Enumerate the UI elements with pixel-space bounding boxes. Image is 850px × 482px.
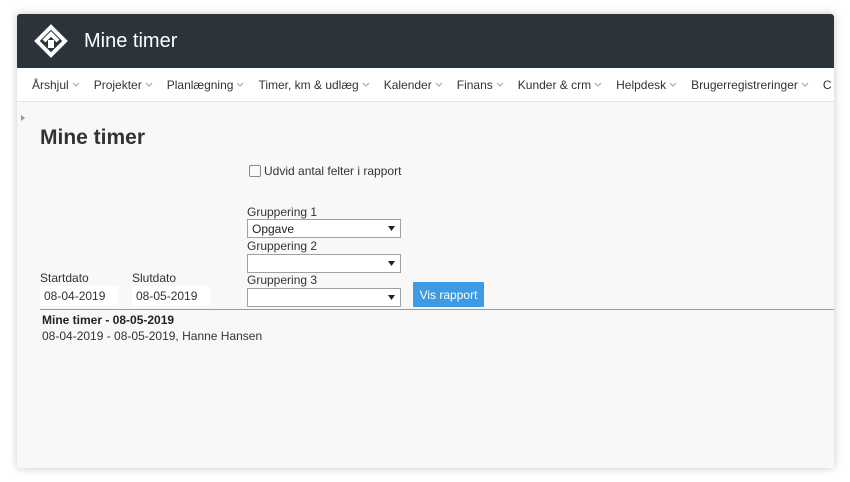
group3-label: Gruppering 3 <box>247 273 318 287</box>
nav-item-label: Kunder & crm <box>517 77 592 92</box>
expand-fields-checkbox[interactable] <box>249 165 261 177</box>
logo-icon[interactable] <box>34 24 68 58</box>
nav-item-timer[interactable]: Timer, km & udlæg <box>258 77 370 92</box>
nav-item-kalender[interactable]: Kalender <box>384 78 443 92</box>
end-date-input[interactable]: 08-05-2019 <box>132 286 210 306</box>
nav-item-kunder[interactable]: Kunder & crm <box>518 78 602 92</box>
app-title: Mine timer <box>84 29 178 52</box>
divider <box>40 309 834 310</box>
nav-item-brugerregistreringer[interactable]: Brugerregistreringer <box>691 78 809 92</box>
nav-item-planlaegning[interactable]: Planlægning <box>167 78 245 92</box>
nav-item-projekter[interactable]: Projekter <box>94 78 153 92</box>
nav-item-label: Helpdesk <box>616 77 667 92</box>
chevron-down-icon <box>496 82 504 87</box>
dropdown-arrow-icon <box>388 295 395 300</box>
chevron-down-icon <box>435 82 443 87</box>
nav-item-aarshjul[interactable]: Årshjul <box>32 78 80 92</box>
end-date-label: Slutdato <box>132 271 177 285</box>
expand-fields-label: Udvid antal felter i rapport <box>264 164 402 178</box>
nav-item-label: Projekter <box>93 77 142 92</box>
nav-item-label: C <box>822 77 832 92</box>
dropdown-arrow-icon <box>388 261 395 266</box>
report-subtitle: 08-04-2019 - 08-05-2019, Hanne Hansen <box>42 329 263 343</box>
caret-right-icon[interactable] <box>21 115 25 121</box>
chevron-down-icon <box>362 82 370 87</box>
group2-label: Gruppering 2 <box>247 239 318 253</box>
start-date-input[interactable]: 08-04-2019 <box>40 286 118 306</box>
show-report-button[interactable]: Vis rapport <box>413 282 484 307</box>
group1-select[interactable]: Opgave <box>247 219 401 238</box>
main-nav: Årshjul Projekter Planlægning Timer, km … <box>17 68 834 102</box>
page-title: Mine timer <box>40 126 146 149</box>
dropdown-arrow-icon <box>388 226 395 231</box>
chevron-down-icon <box>594 82 602 87</box>
nav-item-finans[interactable]: Finans <box>457 78 504 92</box>
group2-select[interactable] <box>247 254 401 273</box>
report-title: Mine timer - 08-05-2019 <box>42 313 175 327</box>
expand-fields-option[interactable]: Udvid antal felter i rapport <box>249 164 401 178</box>
chevron-down-icon <box>145 82 153 87</box>
nav-item-label: Årshjul <box>32 77 69 92</box>
app-window: Mine timer Årshjul Projekter Planlægning… <box>17 14 834 468</box>
top-bar: Mine timer <box>17 14 834 68</box>
chevron-down-icon <box>237 82 244 87</box>
start-date-label: Startdato <box>40 271 89 285</box>
nav-item-label: Planlægning <box>166 77 234 92</box>
group1-label: Gruppering 1 <box>247 205 318 219</box>
chevron-down-icon <box>801 82 809 87</box>
nav-item-label: Timer, km & udlæg <box>258 77 359 92</box>
nav-item-more[interactable]: C <box>823 78 832 92</box>
chevron-down-icon <box>669 82 677 87</box>
group1-value: Opgave <box>252 221 295 236</box>
nav-item-label: Finans <box>456 77 493 92</box>
nav-item-label: Brugerregistreringer <box>691 77 798 92</box>
nav-item-label: Kalender <box>383 77 432 92</box>
chevron-down-icon <box>72 82 80 87</box>
group3-select[interactable] <box>247 288 401 307</box>
nav-item-helpdesk[interactable]: Helpdesk <box>616 78 677 92</box>
